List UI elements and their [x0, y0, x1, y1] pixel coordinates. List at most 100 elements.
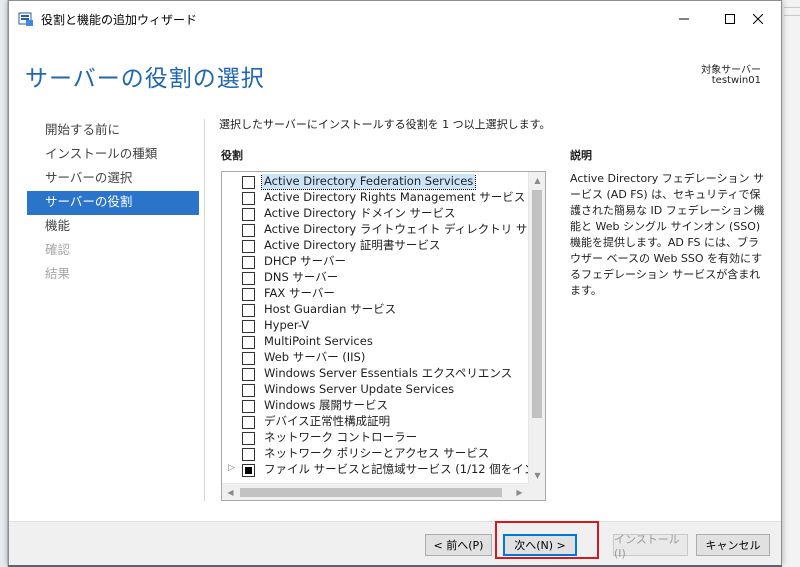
role-row[interactable]: Active Directory ドメイン サービス: [222, 206, 528, 222]
role-checkbox[interactable]: [242, 320, 255, 333]
role-description: Active Directory フェデレーション サービス (AD FS) は…: [570, 172, 765, 297]
previous-button[interactable]: < 前へ(P): [425, 534, 492, 556]
role-row[interactable]: Hyper-V: [222, 318, 528, 334]
role-row[interactable]: ネットワーク ポリシーとアクセス サービス: [222, 446, 528, 462]
role-row[interactable]: Host Guardian サービス: [222, 302, 528, 318]
role-label: Active Directory 証明書サービス: [264, 238, 441, 252]
role-checkbox[interactable]: [242, 304, 255, 317]
role-row[interactable]: Web サーバー (IIS): [222, 350, 528, 366]
role-checkbox[interactable]: [242, 192, 255, 205]
role-row[interactable]: DHCP サーバー: [222, 254, 528, 270]
role-label: ネットワーク ポリシーとアクセス サービス: [264, 446, 490, 460]
role-row[interactable]: Windows Server Essentials エクスペリエンス: [222, 366, 528, 382]
role-label: ファイル サービスと記憶域サービス (1/12 個をインストール済: [264, 462, 528, 476]
role-checkbox[interactable]: [242, 448, 255, 461]
role-row[interactable]: Windows 展開サービス: [222, 398, 528, 414]
role-row[interactable]: Windows Server Update Services: [222, 382, 528, 398]
role-label: ネットワーク コントローラー: [264, 430, 418, 444]
scroll-down-arrow-icon[interactable]: ▼: [529, 467, 545, 484]
role-label: Active Directory Federation Services: [260, 174, 477, 190]
footer-button-bar: < 前へ(P) 次へ(N) > インストール(I) キャンセル: [9, 521, 781, 565]
maximize-icon: [725, 14, 735, 24]
role-label: DNS サーバー: [264, 270, 339, 284]
highlight-annotation-box: [495, 521, 599, 559]
role-checkbox[interactable]: [242, 352, 255, 365]
vertical-scroll-thumb[interactable]: [532, 190, 542, 418]
wizard-window: 役割と機能の追加ウィザード サーバーの役割の選択 対象サーバー testwin0…: [8, 0, 782, 565]
role-row[interactable]: MultiPoint Services: [222, 334, 528, 350]
role-label: Hyper-V: [264, 318, 310, 332]
role-checkbox[interactable]: [242, 432, 255, 445]
page-title: サーバーの役割の選択: [25, 66, 265, 92]
role-label: Active Directory ライトウェイト ディレクトリ サービス: [264, 222, 528, 236]
role-checkbox[interactable]: [242, 368, 255, 381]
role-checkbox[interactable]: [242, 208, 255, 221]
role-label: FAX サーバー: [264, 286, 335, 300]
nav-item-before-you-begin[interactable]: 開始する前に: [27, 119, 199, 143]
title-bar[interactable]: 役割と機能の追加ウィザード: [9, 1, 781, 37]
role-checkbox[interactable]: [242, 240, 255, 253]
nav-item-server-roles[interactable]: サーバーの役割: [27, 191, 199, 215]
role-label: Web サーバー (IIS): [264, 350, 366, 364]
role-label: DHCP サーバー: [264, 254, 347, 268]
minimize-button[interactable]: [661, 1, 707, 37]
role-checkbox[interactable]: [242, 336, 255, 349]
instruction-text: 選択したサーバーにインストールする役割を 1 つ以上選択します。: [219, 118, 551, 131]
window-title: 役割と機能の追加ウィザード: [41, 13, 198, 27]
roles-vertical-scrollbar[interactable]: ▲ ▼: [528, 172, 545, 484]
role-row[interactable]: デバイス正常性構成証明: [222, 414, 528, 430]
role-checkbox[interactable]: [242, 224, 255, 237]
role-label: Windows 展開サービス: [264, 398, 388, 412]
scroll-up-arrow-icon[interactable]: ▲: [529, 172, 545, 189]
target-server-name: testwin01: [711, 75, 761, 86]
role-row[interactable]: Active Directory Federation Services: [222, 174, 528, 190]
role-row[interactable]: Active Directory 証明書サービス: [222, 238, 528, 254]
close-icon: [753, 14, 763, 24]
role-row[interactable]: ▷ ファイル サービスと記憶域サービス (1/12 個をインストール済: [222, 462, 528, 478]
role-label: Windows Server Update Services: [264, 382, 455, 396]
role-row[interactable]: Active Directory ライトウェイト ディレクトリ サービス: [222, 222, 528, 238]
role-row[interactable]: Active Directory Rights Management サービス: [222, 190, 528, 206]
role-row[interactable]: DNS サーバー: [222, 270, 528, 286]
horizontal-scroll-thumb[interactable]: [240, 488, 502, 497]
role-checkbox[interactable]: [242, 416, 255, 429]
nav-divider: [204, 119, 205, 501]
roles-rows: Active Directory Federation Services Acti…: [222, 174, 528, 478]
description-heading: 説明: [570, 149, 592, 162]
role-checkbox[interactable]: [242, 384, 255, 397]
minimize-icon: [679, 18, 689, 20]
scrollbar-corner: [528, 483, 545, 500]
nav-item-installation-type[interactable]: インストールの種類: [27, 143, 199, 167]
roles-list[interactable]: Active Directory Federation Services Acti…: [221, 171, 546, 501]
role-checkbox[interactable]: [242, 256, 255, 269]
role-row[interactable]: ネットワーク コントローラー: [222, 430, 528, 446]
role-label: Active Directory ドメイン サービス: [264, 206, 456, 220]
background-window-edge-right: [782, 0, 800, 567]
server-manager-icon: [18, 11, 34, 27]
nav-item-server-selection[interactable]: サーバーの選択: [27, 167, 199, 191]
nav-item-features[interactable]: 機能: [27, 215, 199, 239]
background-window-edge-left: [0, 0, 8, 567]
scroll-right-arrow-icon[interactable]: ▶: [511, 484, 528, 500]
install-button: インストール(I): [613, 533, 688, 560]
role-checkbox[interactable]: [242, 464, 255, 477]
scroll-left-arrow-icon[interactable]: ◀: [222, 484, 239, 500]
nav-item-results: 結果: [45, 266, 71, 281]
role-checkbox[interactable]: [242, 288, 255, 301]
role-label: MultiPoint Services: [264, 334, 373, 348]
close-button[interactable]: [735, 1, 781, 37]
role-label: Windows Server Essentials エクスペリエンス: [264, 366, 513, 380]
role-label: デバイス正常性構成証明: [264, 414, 391, 428]
cancel-button[interactable]: キャンセル: [696, 534, 770, 556]
roles-heading: 役割: [221, 149, 243, 162]
nav-item-confirmation: 確認: [45, 242, 71, 257]
role-checkbox[interactable]: [242, 272, 255, 285]
roles-horizontal-scrollbar[interactable]: ◀ ▶: [222, 483, 528, 500]
role-row[interactable]: FAX サーバー: [222, 286, 528, 302]
role-checkbox[interactable]: [242, 400, 255, 413]
expand-triangle-icon[interactable]: ▷: [228, 463, 235, 473]
wizard-step-nav: 開始する前に インストールの種類 サーバーの選択 サーバーの役割 機能 確認 結…: [27, 119, 199, 287]
role-checkbox[interactable]: [242, 176, 255, 189]
target-server-label: 対象サーバー: [701, 65, 761, 76]
role-label: Host Guardian サービス: [264, 302, 397, 316]
